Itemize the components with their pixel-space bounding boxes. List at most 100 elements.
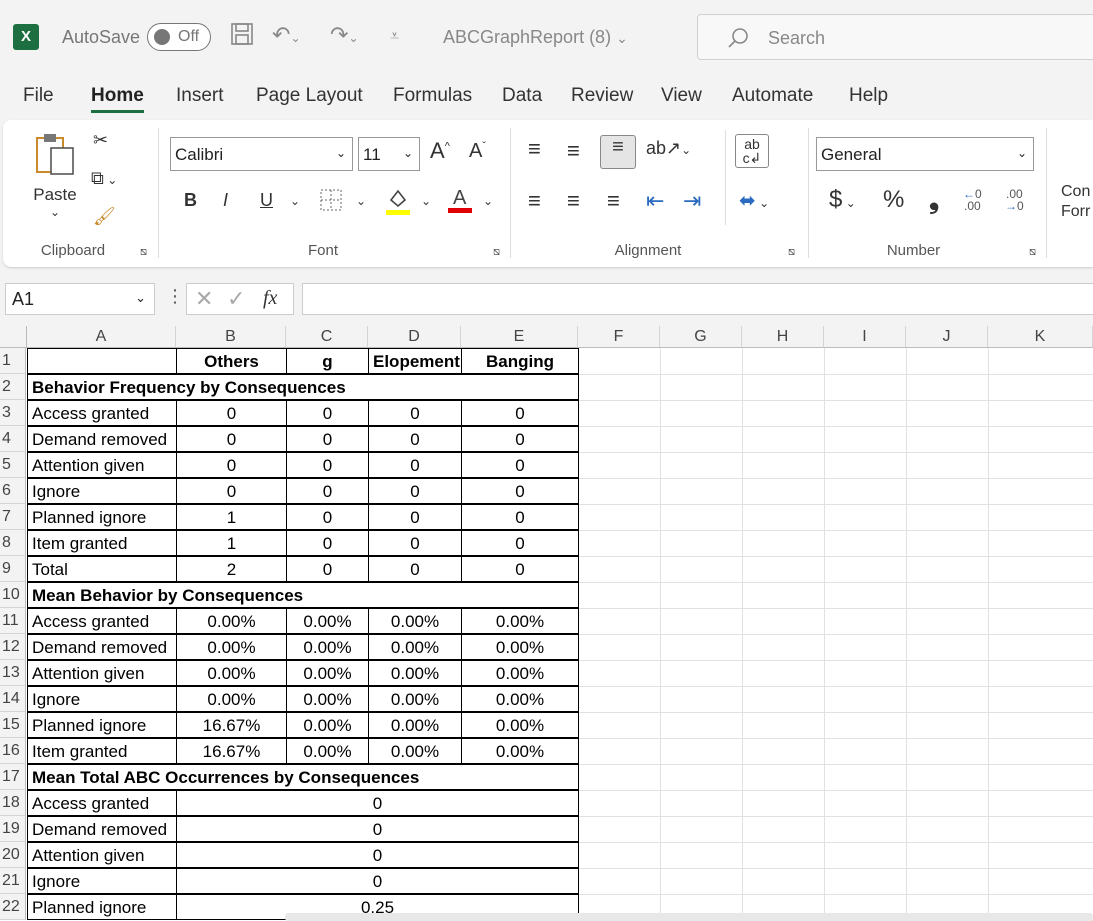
row-label-cell[interactable]: Item granted	[27, 530, 177, 556]
value-cell[interactable]: 0	[286, 530, 369, 556]
row-header[interactable]: 14	[0, 686, 26, 712]
value-cell[interactable]: 0	[286, 426, 369, 452]
row-header[interactable]: 13	[0, 660, 26, 686]
value-cell[interactable]: 0.00%	[368, 712, 462, 738]
merged-value-cell[interactable]: 0	[176, 868, 579, 894]
row-label-cell[interactable]: Demand removed	[27, 426, 177, 452]
row-label-cell[interactable]: Demand removed	[27, 634, 177, 660]
value-cell[interactable]: 0	[461, 556, 579, 582]
section-header-cell[interactable]: Mean Behavior by Consequences	[27, 582, 579, 608]
value-cell[interactable]: 0	[368, 426, 462, 452]
value-cell[interactable]: 0.00%	[286, 712, 369, 738]
value-cell[interactable]: 0	[368, 556, 462, 582]
align-right-icon[interactable]: ≡	[607, 188, 620, 214]
autosave-toggle[interactable]: Off	[147, 23, 211, 51]
value-cell[interactable]: 1	[176, 504, 287, 530]
align-middle-icon[interactable]: ≡	[567, 138, 580, 164]
document-title[interactable]: ABCGraphReport (8) ⌄	[443, 27, 628, 48]
value-cell[interactable]: 16.67%	[176, 712, 287, 738]
section-header-cell[interactable]: Mean Total ABC Occurrences by Consequenc…	[27, 764, 579, 790]
row-header[interactable]: 18	[0, 790, 26, 816]
merged-value-cell[interactable]: 0	[176, 816, 579, 842]
paste-dropdown-icon[interactable]: ⌄	[31, 205, 79, 219]
tab-automate[interactable]: Automate	[732, 85, 813, 107]
wrap-text-icon[interactable]: ab c↲	[735, 134, 769, 168]
row-label-cell[interactable]: Ignore	[27, 478, 177, 504]
font-launcher-icon[interactable]: ⧅	[493, 246, 500, 259]
row-label-cell[interactable]: Access granted	[27, 790, 177, 816]
row-header[interactable]: 8	[0, 530, 26, 556]
row-label-cell[interactable]: Access granted	[27, 400, 177, 426]
font-color-icon[interactable]: A	[447, 184, 473, 219]
value-cell[interactable]: 0.00%	[176, 608, 287, 634]
value-cell[interactable]: 0	[461, 452, 579, 478]
alignment-launcher-icon[interactable]: ⧅	[788, 246, 795, 259]
chevron-down-icon[interactable]: ⌄	[483, 194, 493, 208]
row-label-cell[interactable]: Total	[27, 556, 177, 582]
row-label-cell[interactable]: Access granted	[27, 608, 177, 634]
column-header-h[interactable]: H	[742, 326, 824, 348]
value-cell[interactable]: 0	[286, 478, 369, 504]
column-header-j[interactable]: J	[906, 326, 988, 348]
customize-toolbar-icon[interactable]: ⩡	[390, 28, 399, 46]
value-cell[interactable]: 0	[368, 478, 462, 504]
value-cell[interactable]: 0	[176, 452, 287, 478]
value-cell[interactable]: 0	[461, 478, 579, 504]
tab-review[interactable]: Review	[571, 85, 633, 107]
more-options-icon[interactable]: ⋮	[166, 286, 184, 307]
value-cell[interactable]: 0	[176, 478, 287, 504]
column-header-e[interactable]: E	[461, 326, 578, 348]
row-header[interactable]: 22	[0, 894, 26, 920]
value-cell[interactable]: 0	[461, 426, 579, 452]
row-header[interactable]: 12	[0, 634, 26, 660]
value-cell[interactable]: 1	[176, 530, 287, 556]
column-header-d[interactable]: D	[368, 326, 461, 348]
enter-icon[interactable]: ✓	[227, 286, 245, 312]
row-header[interactable]: 6	[0, 478, 26, 504]
value-cell[interactable]: 0	[461, 504, 579, 530]
value-cell[interactable]: 0.00%	[461, 660, 579, 686]
row-label-cell[interactable]: Planned ignore	[27, 894, 177, 920]
font-name-select[interactable]: Calibri ⌄	[170, 137, 353, 171]
copy-icon[interactable]: ⧉ ⌄	[91, 168, 117, 189]
underline-button[interactable]: U	[260, 190, 273, 211]
value-cell[interactable]: 0.00%	[286, 660, 369, 686]
column-header-b[interactable]: B	[176, 326, 286, 348]
value-cell[interactable]: 0.00%	[461, 686, 579, 712]
align-center-icon[interactable]: ≡	[567, 188, 580, 214]
value-cell[interactable]: 0	[286, 504, 369, 530]
section-header-cell[interactable]: Behavior Frequency by Consequences	[27, 374, 579, 400]
column-title-cell[interactable]: g	[286, 348, 369, 374]
font-size-select[interactable]: 11 ⌄	[358, 137, 420, 171]
row-header[interactable]: 2	[0, 374, 26, 400]
value-cell[interactable]: 0	[461, 530, 579, 556]
tab-view[interactable]: View	[661, 85, 702, 107]
value-cell[interactable]: 0.00%	[286, 634, 369, 660]
value-cell[interactable]: 0.00%	[368, 660, 462, 686]
merged-value-cell[interactable]: 0	[176, 842, 579, 868]
row-label-cell[interactable]	[27, 348, 177, 374]
number-format-select[interactable]: General ⌄	[816, 137, 1034, 171]
value-cell[interactable]: 16.67%	[176, 738, 287, 764]
percent-button[interactable]: %	[883, 186, 904, 214]
value-cell[interactable]: 0.00%	[368, 686, 462, 712]
row-header[interactable]: 15	[0, 712, 26, 738]
paste-button[interactable]: Paste ⌄	[31, 130, 79, 219]
column-header-k[interactable]: K	[988, 326, 1093, 348]
value-cell[interactable]: 0	[368, 400, 462, 426]
value-cell[interactable]: 0.00%	[461, 608, 579, 634]
row-label-cell[interactable]: Attention given	[27, 660, 177, 686]
align-left-icon[interactable]: ≡	[528, 188, 541, 214]
borders-icon[interactable]	[319, 188, 343, 217]
increase-decimal-icon[interactable]: ←0.00	[963, 188, 982, 212]
value-cell[interactable]: 0	[461, 400, 579, 426]
row-header[interactable]: 17	[0, 764, 26, 790]
row-label-cell[interactable]: Item granted	[27, 738, 177, 764]
comma-button[interactable]: ❟	[929, 184, 939, 216]
decrease-font-size-icon[interactable]: Aˇ	[469, 140, 486, 163]
tab-page-layout[interactable]: Page Layout	[256, 85, 363, 107]
column-header-g[interactable]: G	[660, 326, 742, 348]
row-header[interactable]: 16	[0, 738, 26, 764]
redo-icon[interactable]: ↷⌄	[330, 22, 359, 48]
column-header-a[interactable]: A	[27, 326, 176, 348]
